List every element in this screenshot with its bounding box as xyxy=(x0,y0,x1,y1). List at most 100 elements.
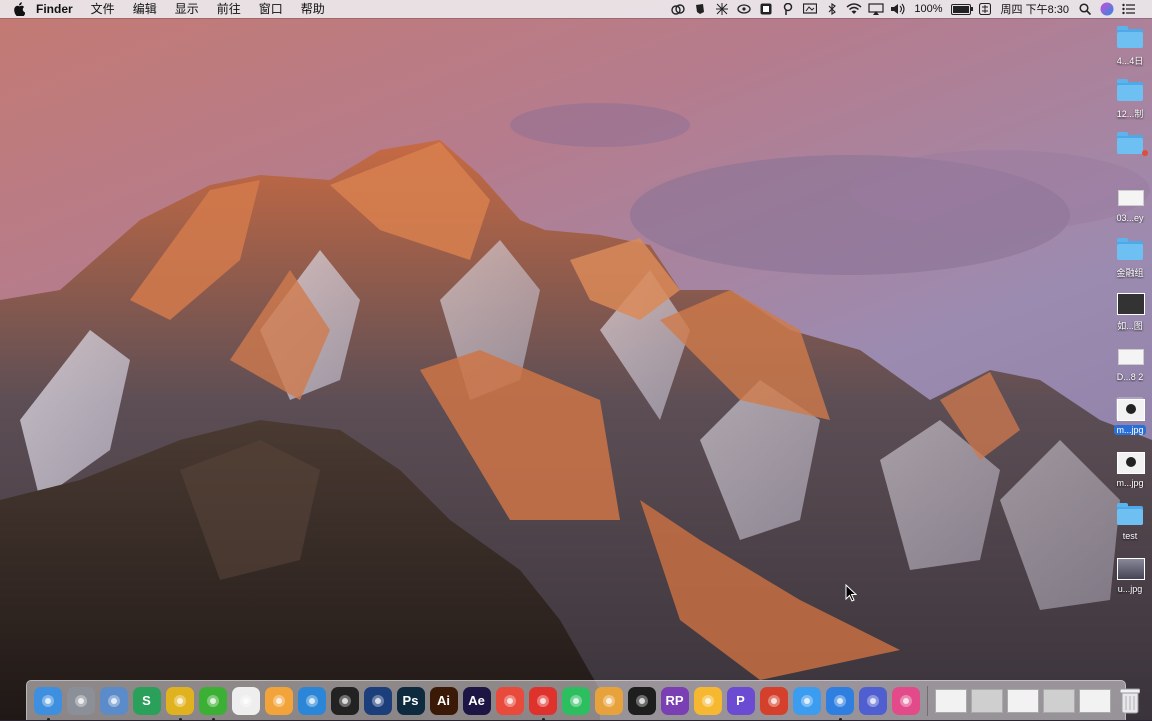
axure-rp-icon[interactable]: RP xyxy=(660,686,689,715)
desktop-item[interactable]: m...jpg xyxy=(1108,446,1152,499)
obs-icon[interactable] xyxy=(627,686,656,715)
desktop-item[interactable] xyxy=(1108,128,1152,181)
photoshop-icon[interactable]: Ps xyxy=(396,686,425,715)
menu-file[interactable]: 文件 xyxy=(82,0,124,18)
imovie-icon[interactable] xyxy=(858,686,887,715)
preview-icon[interactable] xyxy=(99,686,128,715)
grid-icon[interactable] xyxy=(714,2,730,16)
image-thumbnail-icon xyxy=(1116,556,1145,580)
dock-app-emblem xyxy=(107,694,120,707)
pockity-icon[interactable]: P xyxy=(726,686,755,715)
mindnode-icon[interactable] xyxy=(495,686,524,715)
menu-go[interactable]: 前往 xyxy=(208,0,250,18)
desktop-item-label: 如...图 xyxy=(1117,321,1143,331)
textedit-icon[interactable] xyxy=(231,686,260,715)
menu-bar: Finder 文件 编辑 显示 前往 窗口 帮助 100% 周四 下午8:30 xyxy=(0,0,1152,18)
desktop-item[interactable]: 金融组 xyxy=(1108,234,1152,287)
sketchbook-icon[interactable]: S xyxy=(132,686,161,715)
desktop-wallpaper xyxy=(0,0,1152,720)
apple-menu-icon[interactable] xyxy=(12,0,26,18)
evernote-icon[interactable] xyxy=(561,686,590,715)
evernote-helper-icon[interactable] xyxy=(692,2,708,16)
document-icon xyxy=(1116,344,1144,368)
wifi-icon[interactable] xyxy=(846,2,862,16)
menu-window[interactable]: 窗口 xyxy=(250,0,292,18)
dock-app-emblem xyxy=(272,694,285,707)
desktop-item[interactable]: test xyxy=(1108,499,1152,552)
itunes-icon[interactable] xyxy=(891,686,920,715)
desktop-item[interactable]: 12...制 xyxy=(1108,75,1152,128)
document-icon xyxy=(1116,185,1144,209)
mouse-cursor xyxy=(845,584,857,602)
wechat-icon[interactable] xyxy=(198,686,227,721)
launchpad-icon[interactable] xyxy=(66,686,95,715)
minimized-window[interactable] xyxy=(1079,688,1111,713)
keynote-icon[interactable] xyxy=(297,686,326,715)
desktop-item-label: 03...ey xyxy=(1116,213,1144,223)
creative-cloud-icon[interactable] xyxy=(670,2,686,16)
dock: S Ps Ai Ae RP P xyxy=(26,680,1140,721)
screen-icon[interactable] xyxy=(758,2,774,16)
bluetooth-icon[interactable] xyxy=(824,2,840,16)
cinema4d-icon[interactable] xyxy=(363,686,392,715)
menu-edit[interactable]: 编辑 xyxy=(124,0,166,18)
wireless-app-icon[interactable] xyxy=(736,2,752,16)
gif-brewery-icon[interactable] xyxy=(594,686,623,715)
illustrator-icon[interactable]: Ai xyxy=(429,686,458,715)
battery-percent[interactable]: 100% xyxy=(914,3,942,15)
after-effects-icon[interactable]: Ae xyxy=(462,686,491,715)
display-icon[interactable] xyxy=(802,2,818,16)
folder-icon xyxy=(1116,503,1144,527)
image-thumbnail-icon xyxy=(1116,291,1145,315)
dock-app-emblem xyxy=(833,694,846,707)
chrome-icon[interactable] xyxy=(165,686,194,721)
netease-music-icon[interactable] xyxy=(528,686,557,721)
sketch-icon[interactable] xyxy=(693,686,722,715)
minimized-window[interactable] xyxy=(1043,688,1075,713)
desktop-item[interactable]: 如...图 xyxy=(1108,287,1152,340)
menu-clock[interactable]: 周四 下午8:30 xyxy=(1001,1,1069,17)
folder-icon xyxy=(1116,26,1144,50)
battery-icon[interactable] xyxy=(950,3,973,15)
menu-view[interactable]: 显示 xyxy=(166,0,208,18)
menu-app-name[interactable]: Finder xyxy=(30,0,82,18)
dock-app-emblem xyxy=(701,694,714,707)
trash-icon[interactable] xyxy=(1116,687,1144,715)
dock-app-emblem xyxy=(635,694,648,707)
airplay-icon[interactable] xyxy=(868,2,884,16)
qq-icon[interactable] xyxy=(330,686,359,715)
minimized-window[interactable] xyxy=(935,688,967,713)
siri-icon[interactable] xyxy=(1099,2,1115,16)
safari-icon[interactable] xyxy=(825,686,854,721)
dock-app-emblem xyxy=(569,694,582,707)
desktop-item[interactable]: 4...4日 xyxy=(1108,22,1152,75)
desktop-icon-column: 4...4日 12...制 03...ey 金融组 如...图 D...8 2 m...jp… xyxy=(1108,22,1152,605)
spotlight-icon[interactable] xyxy=(1077,2,1093,16)
input-method-icon[interactable] xyxy=(977,2,993,16)
dock-app-emblem xyxy=(206,694,219,707)
app-store-icon[interactable] xyxy=(792,686,821,715)
red-tag-dot xyxy=(1142,150,1148,156)
desktop-item[interactable]: 03...ey xyxy=(1108,181,1152,234)
status-menu-area: 100% 周四 下午8:30 xyxy=(667,0,1152,18)
dock-app-emblem xyxy=(866,694,879,707)
dock-minimized-windows xyxy=(933,688,1113,713)
pin-icon[interactable] xyxy=(780,2,796,16)
menu-help[interactable]: 帮助 xyxy=(292,0,334,18)
volume-icon[interactable] xyxy=(890,2,906,16)
minimized-window[interactable] xyxy=(971,688,1003,713)
pages-icon[interactable] xyxy=(264,686,293,715)
finder-icon[interactable] xyxy=(33,686,62,721)
clipboard-icon[interactable] xyxy=(759,686,788,715)
desktop-item[interactable]: m...jpg xyxy=(1108,393,1152,446)
desktop-item[interactable]: u...jpg xyxy=(1108,552,1152,605)
dock-app-emblem xyxy=(767,694,780,707)
minimized-window[interactable] xyxy=(1007,688,1039,713)
notification-center-icon[interactable] xyxy=(1121,2,1137,16)
battery-level-fill xyxy=(952,5,969,13)
desktop-item[interactable]: D...8 2 xyxy=(1108,340,1152,393)
dock-app-glyph: Ae xyxy=(468,693,485,708)
desktop-item-label: m...jpg xyxy=(1116,478,1144,488)
folder-icon xyxy=(1116,132,1148,156)
dock-app-emblem xyxy=(41,694,54,707)
